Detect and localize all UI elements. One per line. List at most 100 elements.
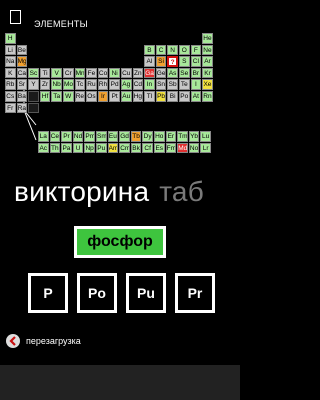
element-cell[interactable]: Rh [97, 79, 109, 90]
element-cell[interactable]: Fm [165, 142, 177, 154]
element-cell[interactable]: Sb [167, 79, 178, 90]
element-cell[interactable]: Pd [109, 79, 120, 90]
element-cell[interactable]: Ba [16, 91, 28, 102]
element-cell[interactable]: Ca [16, 67, 28, 79]
element-cell[interactable]: Cm [119, 142, 130, 154]
element-cell[interactable]: Ra [16, 102, 28, 114]
element-cell[interactable]: Re [74, 91, 86, 102]
element-cell[interactable]: Pa [61, 142, 72, 154]
element-cell[interactable]: Ne [202, 44, 213, 56]
element-cell[interactable]: Ir [97, 91, 109, 102]
element-cell[interactable]: Al [144, 56, 155, 67]
element-cell[interactable]: Nb [51, 79, 62, 90]
element-cell[interactable]: He [202, 33, 213, 44]
element-cell[interactable]: Pt [109, 91, 120, 102]
element-cell[interactable]: Pu [96, 142, 107, 154]
next-panel-title[interactable]: таб [159, 176, 204, 207]
element-cell[interactable]: Er [165, 131, 177, 142]
element-cell[interactable]: Cu [121, 67, 132, 79]
element-cell[interactable]: Yb [188, 131, 200, 142]
element-cell[interactable]: Ga [144, 67, 155, 79]
element-cell[interactable]: At [190, 91, 202, 102]
element-cell[interactable]: Ar [202, 56, 213, 67]
element-cell[interactable]: Sc [28, 67, 39, 79]
element-cell[interactable]: Cs [5, 91, 16, 102]
element-cell[interactable]: Ta [51, 91, 62, 102]
element-cell[interactable]: Zr [39, 79, 51, 90]
element-cell[interactable]: Au [121, 91, 132, 102]
element-cell[interactable]: Li [5, 44, 16, 56]
element-cell[interactable]: K [5, 67, 16, 79]
element-cell[interactable]: Sm [96, 131, 107, 142]
element-cell[interactable]: Tc [74, 79, 86, 90]
element-cell[interactable]: Dy [142, 131, 153, 142]
element-cell[interactable]: Cd [132, 79, 144, 90]
element-cell[interactable]: Rn [202, 91, 213, 102]
element-cell[interactable]: Pb [155, 91, 167, 102]
element-cell[interactable]: V [51, 67, 62, 79]
element-cell[interactable]: Br [190, 67, 202, 79]
choice-button-3[interactable]: Pu [126, 273, 166, 313]
element-cell[interactable]: Ho [154, 131, 165, 142]
element-cell-unknown[interactable]: ? [167, 56, 178, 67]
element-cell[interactable]: Cf [142, 142, 153, 154]
element-cell[interactable]: Bi [167, 91, 178, 102]
element-cell[interactable]: Mo [63, 79, 74, 90]
element-cell[interactable]: Ac [38, 142, 49, 154]
element-cell[interactable]: Te [179, 79, 190, 90]
element-cell[interactable]: Cr [63, 67, 74, 79]
element-cell[interactable]: Po [179, 91, 190, 102]
element-cell[interactable]: Bk [130, 142, 142, 154]
element-cell[interactable]: I [190, 79, 202, 90]
element-cell[interactable]: Cl [190, 56, 202, 67]
element-cell[interactable]: Ni [109, 67, 120, 79]
element-cell[interactable]: U [72, 142, 84, 154]
element-cell[interactable]: Na [5, 56, 16, 67]
choice-button-1[interactable]: P [28, 273, 68, 313]
element-cell[interactable]: Th [49, 142, 61, 154]
element-cell[interactable]: S [179, 56, 190, 67]
element-cell[interactable]: Ce [49, 131, 61, 142]
element-cell[interactable]: C [155, 44, 167, 56]
element-cell[interactable]: Os [86, 91, 97, 102]
element-cell[interactable]: W [63, 91, 74, 102]
element-cell[interactable]: Lu [200, 131, 211, 142]
element-cell[interactable]: Pr [61, 131, 72, 142]
element-cell[interactable]: Sr [16, 79, 28, 90]
element-cell[interactable]: Es [154, 142, 165, 154]
element-cell[interactable]: B [144, 44, 155, 56]
element-cell[interactable]: Se [179, 67, 190, 79]
element-cell[interactable]: H [5, 33, 16, 44]
element-cell[interactable]: Rb [5, 79, 16, 90]
element-cell[interactable]: Be [16, 44, 28, 56]
element-cell[interactable]: Zn [132, 67, 144, 79]
element-cell[interactable]: Mn [74, 67, 86, 79]
element-cell[interactable]: Co [97, 67, 109, 79]
element-cell[interactable]: Gd [119, 131, 130, 142]
element-cell[interactable]: Sn [155, 79, 167, 90]
element-cell[interactable]: Hf [39, 91, 51, 102]
choice-button-2[interactable]: Po [77, 273, 117, 313]
element-cell[interactable]: Nd [72, 131, 84, 142]
element-cell[interactable]: Ti [39, 67, 51, 79]
element-cell[interactable]: Eu [107, 131, 119, 142]
element-cell[interactable]: As [167, 67, 178, 79]
element-cell[interactable]: N [167, 44, 178, 56]
element-cell[interactable]: Am [107, 142, 119, 154]
element-cell[interactable]: Ag [121, 79, 132, 90]
element-cell[interactable]: Y [28, 79, 39, 90]
element-cell[interactable]: La [38, 131, 49, 142]
element-cell[interactable]: Kr [202, 67, 213, 79]
element-cell[interactable]: Ge [155, 67, 167, 79]
element-cell[interactable]: No [188, 142, 200, 154]
element-cell[interactable]: Hg [132, 91, 144, 102]
element-cell[interactable]: Ru [86, 79, 97, 90]
element-cell[interactable]: F [190, 44, 202, 56]
choice-button-4[interactable]: Pr [175, 273, 215, 313]
element-cell[interactable]: Pm [84, 131, 95, 142]
element-cell[interactable]: O [179, 44, 190, 56]
element-cell[interactable]: Tb [130, 131, 142, 142]
element-cell[interactable]: Xe [202, 79, 213, 90]
element-cell[interactable]: Md [177, 142, 188, 154]
element-cell[interactable]: Tm [177, 131, 188, 142]
